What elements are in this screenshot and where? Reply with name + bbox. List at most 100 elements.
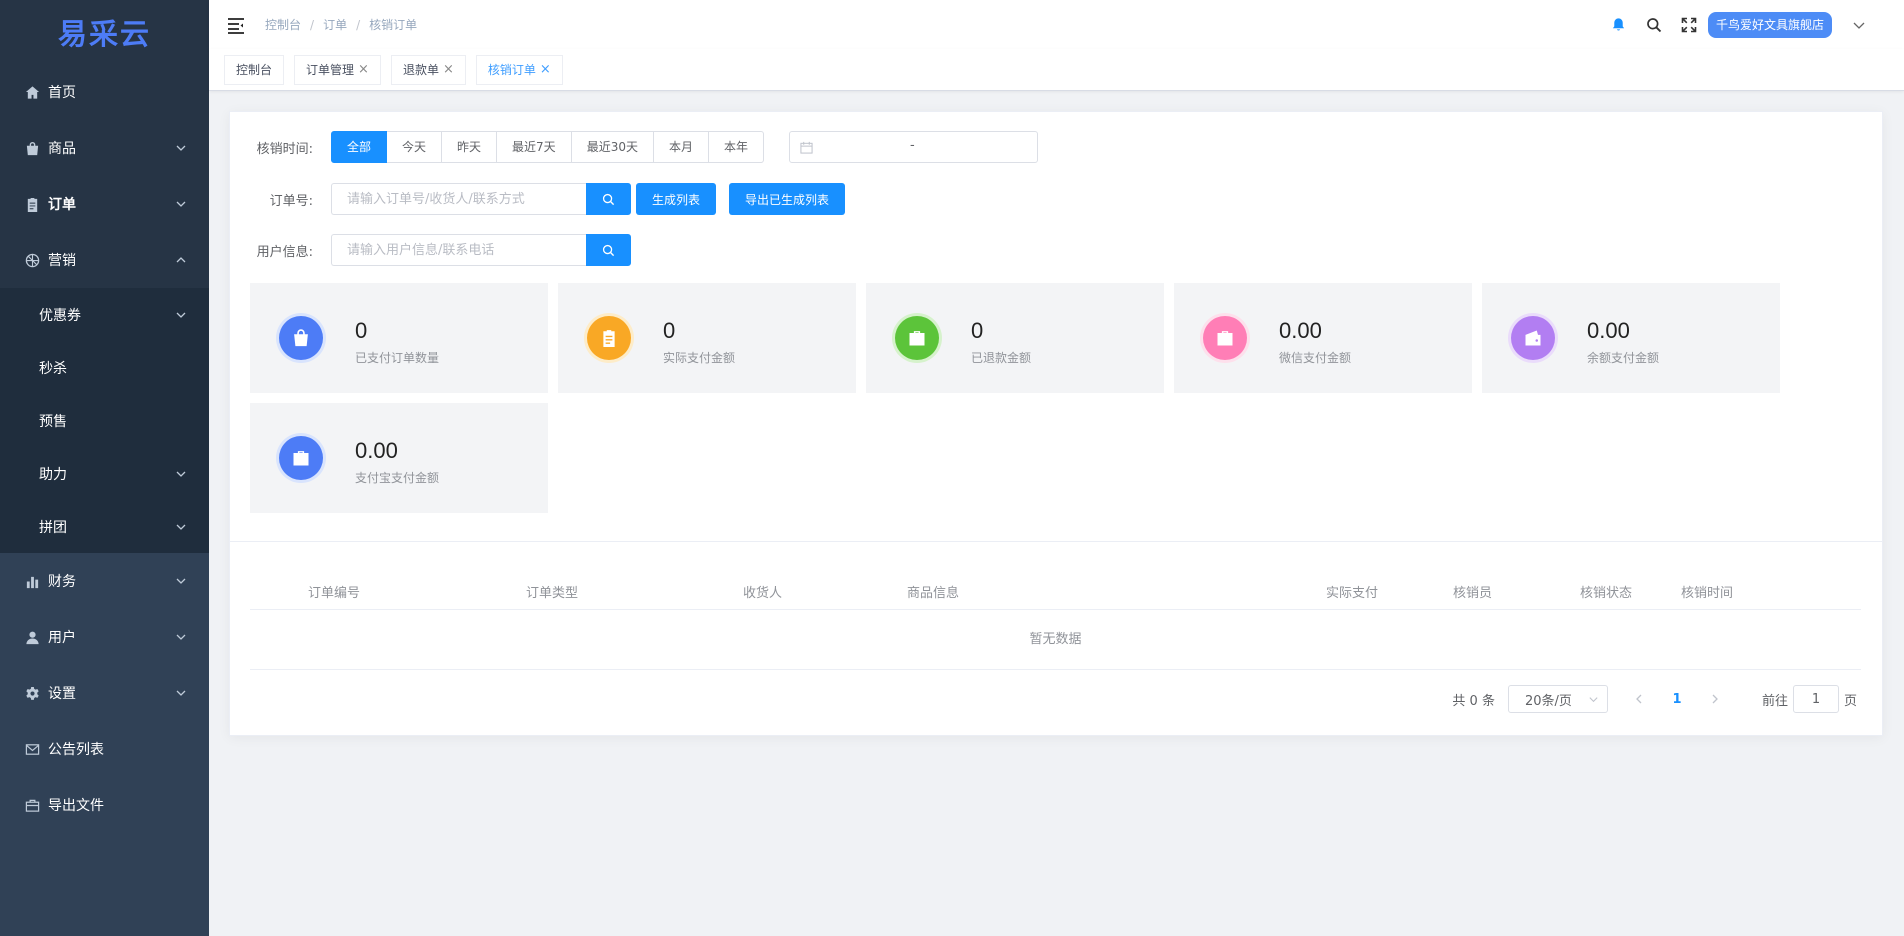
time-option-all[interactable]: 全部 bbox=[331, 131, 388, 163]
export-generated-list-button[interactable]: 导出已生成列表 bbox=[729, 183, 846, 215]
gear-icon bbox=[24, 685, 40, 701]
page-size-value: 20条/页 bbox=[1524, 693, 1572, 709]
goto-suffix: 页 bbox=[1843, 693, 1857, 709]
stat-card-balance-paid: 0.00 余额支付金额 bbox=[1482, 283, 1780, 393]
stat-label: 余额支付金额 bbox=[1587, 351, 1660, 365]
breadcrumb-separator: / bbox=[310, 17, 315, 32]
next-page-button[interactable] bbox=[1698, 685, 1732, 713]
tag-refunds[interactable]: 退款单 × bbox=[390, 54, 466, 85]
fullscreen-icon[interactable] bbox=[1680, 16, 1698, 34]
time-option-this-month[interactable]: 本月 bbox=[653, 131, 709, 163]
sidebar-item-marketing[interactable]: 营销 bbox=[0, 232, 209, 288]
logo[interactable]: 易采云 bbox=[0, 0, 209, 64]
pagination: 共 0 条 20条/页 1 前往 页 bbox=[1452, 685, 1857, 713]
sidebar-item-goods[interactable]: 商品 bbox=[0, 120, 209, 176]
page-size-select[interactable]: 20条/页 bbox=[1507, 685, 1608, 713]
sidebar-item-settings[interactable]: 设置 bbox=[0, 665, 209, 721]
tag-label: 核销订单 bbox=[487, 62, 536, 77]
sidebar-item-notices[interactable]: 公告列表 bbox=[0, 721, 209, 777]
close-icon[interactable]: × bbox=[540, 55, 551, 85]
table-header: 订单编号 订单类型 收货人 商品信息 实际支付 核销员 核销状态 核销时间 bbox=[250, 572, 1861, 610]
mail-icon bbox=[24, 741, 40, 757]
breadcrumb: 控制台 / 订单 / 核销订单 bbox=[265, 16, 417, 33]
sidebar-item-label: 预售 bbox=[39, 413, 67, 430]
time-filter-label: 核销时间: bbox=[256, 141, 313, 157]
breadcrumb-item-dashboard[interactable]: 控制台 bbox=[265, 16, 301, 33]
calendar-icon bbox=[800, 141, 813, 154]
search-icon[interactable] bbox=[1645, 16, 1663, 34]
tag-order-management[interactable]: 订单管理 × bbox=[294, 54, 381, 85]
time-option-last-30-days[interactable]: 最近30天 bbox=[571, 131, 654, 163]
sidebar-item-label: 拼团 bbox=[39, 519, 67, 536]
breadcrumb-item-current: 核销订单 bbox=[369, 18, 418, 32]
goto-prefix: 前往 bbox=[1761, 693, 1788, 709]
sidebar-item-users[interactable]: 用户 bbox=[0, 609, 209, 665]
sidebar-item-flash-sale[interactable]: 秒杀 bbox=[0, 341, 209, 394]
sidebar-item-presale[interactable]: 预售 bbox=[0, 394, 209, 447]
chevron-down-icon bbox=[176, 145, 186, 151]
time-radio-group: 全部 今天 昨天 最近7天 最近30天 本月 本年 bbox=[331, 131, 764, 163]
aperture-icon bbox=[24, 252, 40, 268]
user-search-input[interactable] bbox=[331, 234, 586, 266]
sidebar-item-home[interactable]: 首页 bbox=[0, 64, 209, 120]
tag-label: 订单管理 bbox=[306, 62, 355, 77]
stat-value: 0.00 bbox=[355, 438, 398, 463]
prev-page-button[interactable] bbox=[1622, 685, 1656, 713]
tag-label: 退款单 bbox=[402, 62, 439, 77]
stat-value: 0 bbox=[971, 318, 984, 343]
page-number-current[interactable]: 1 bbox=[1660, 692, 1694, 707]
bell-icon[interactable] bbox=[1610, 16, 1628, 34]
bar-chart-icon bbox=[24, 573, 40, 589]
top-header: 控制台 / 订单 / 核销订单 千鸟爱好文具旗舰店 bbox=[209, 0, 1904, 49]
order-search-row: 订单号: 生成列表 导出已生成列表 bbox=[230, 183, 846, 215]
order-search-button[interactable] bbox=[586, 183, 631, 215]
close-icon[interactable]: × bbox=[443, 55, 454, 85]
table-empty-state: 暂无数据 bbox=[250, 610, 1861, 670]
stat-card-actual-paid: 0 实际支付金额 bbox=[558, 283, 856, 393]
time-option-yesterday[interactable]: 昨天 bbox=[442, 131, 498, 163]
sidebar-item-label: 用户 bbox=[48, 630, 76, 646]
chevron-down-icon bbox=[176, 471, 186, 477]
chevron-down-icon bbox=[176, 312, 186, 318]
wallet-icon bbox=[1511, 316, 1555, 360]
bag-icon bbox=[279, 316, 323, 360]
generate-list-button[interactable]: 生成列表 bbox=[636, 183, 717, 215]
time-option-this-year[interactable]: 本年 bbox=[708, 131, 764, 163]
tag-dashboard[interactable]: 控制台 bbox=[224, 54, 285, 85]
close-icon[interactable]: × bbox=[358, 55, 369, 85]
sidebar-item-group-buy[interactable]: 拼团 bbox=[0, 500, 209, 553]
sidebar-item-export-files[interactable]: 导出文件 bbox=[0, 777, 209, 833]
tag-verified-orders[interactable]: 核销订单 × bbox=[475, 54, 563, 85]
column-header-actual-paid: 实际支付 bbox=[1326, 586, 1379, 601]
sidebar-item-finance[interactable]: 财务 bbox=[0, 553, 209, 609]
home-icon bbox=[24, 84, 40, 100]
shop-name-badge[interactable]: 千鸟爱好文具旗舰店 bbox=[1707, 11, 1832, 38]
chevron-down-icon bbox=[176, 524, 186, 530]
sidebar-item-coupons[interactable]: 优惠券 bbox=[0, 288, 209, 341]
time-option-last-7-days[interactable]: 最近7天 bbox=[497, 131, 572, 163]
sidebar-item-assist[interactable]: 助力 bbox=[0, 447, 209, 500]
tags-view: 控制台 订单管理 × 退款单 × 核销订单 × bbox=[209, 49, 1904, 91]
chevron-down-icon[interactable] bbox=[1852, 18, 1866, 32]
breadcrumb-item-orders[interactable]: 订单 bbox=[323, 16, 347, 33]
goto-page-input[interactable] bbox=[1792, 685, 1839, 713]
stat-card-wechat-paid: 0.00 微信支付金额 bbox=[1174, 283, 1472, 393]
sidebar-item-orders[interactable]: 订单 bbox=[0, 176, 209, 232]
chevron-down-icon bbox=[176, 578, 186, 584]
date-range-picker[interactable]: - bbox=[789, 131, 1038, 163]
stat-icon-ring bbox=[584, 313, 634, 363]
time-option-today[interactable]: 今天 bbox=[387, 131, 443, 163]
column-header-verify-time: 核销时间 bbox=[1681, 586, 1734, 601]
column-header-order-type: 订单类型 bbox=[526, 586, 579, 601]
sidebar-item-label: 财务 bbox=[48, 574, 76, 590]
user-search-button[interactable] bbox=[586, 234, 631, 266]
user-icon bbox=[24, 629, 40, 645]
sidebar-item-label: 商品 bbox=[48, 141, 76, 157]
chevron-down-icon bbox=[176, 690, 186, 696]
stat-icon-ring bbox=[276, 313, 326, 363]
chevron-down-icon bbox=[1589, 697, 1598, 703]
hamburger-icon[interactable] bbox=[226, 15, 246, 35]
order-search-input[interactable] bbox=[331, 183, 586, 215]
stat-icon-ring bbox=[1200, 313, 1250, 363]
chevron-down-icon bbox=[176, 634, 186, 640]
